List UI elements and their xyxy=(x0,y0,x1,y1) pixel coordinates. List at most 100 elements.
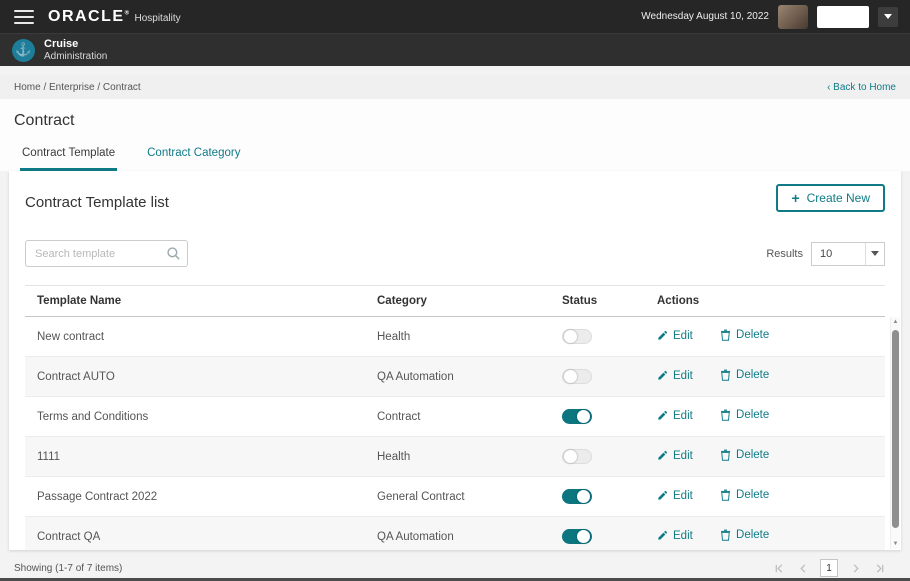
back-to-home-link[interactable]: ‹ Back to Home xyxy=(827,82,896,93)
delete-button[interactable]: Delete xyxy=(720,529,769,541)
trash-icon xyxy=(721,489,731,501)
table-body: New contract Health Edit Delete Contract… xyxy=(25,317,885,550)
avatar[interactable] xyxy=(778,4,808,29)
edit-button[interactable]: Edit xyxy=(657,370,693,382)
tab-bar: Contract Template Contract Category xyxy=(0,138,910,171)
edit-button[interactable]: Edit xyxy=(657,530,693,542)
current-page[interactable]: 1 xyxy=(820,559,838,577)
next-page-button[interactable] xyxy=(848,561,862,575)
delete-label: Delete xyxy=(736,409,770,421)
contract-template-card: Contract Template list + Create New Resu… xyxy=(9,171,901,550)
app-subtitle: Administration xyxy=(44,50,108,62)
oracle-logo-text: ORACLE® xyxy=(48,7,131,25)
app-name: Cruise xyxy=(44,37,79,50)
first-page-button[interactable] xyxy=(772,561,786,575)
category-cell: Health xyxy=(377,450,411,463)
toggle-knob xyxy=(564,450,577,463)
delete-button[interactable]: Delete xyxy=(720,369,769,381)
template-name-cell: Passage Contract 2022 xyxy=(37,490,158,503)
status-toggle[interactable] xyxy=(562,329,592,344)
table-scrollbar[interactable]: ▲ ▼ xyxy=(890,317,900,549)
page-title: Contract xyxy=(14,112,75,129)
column-header-status: Status xyxy=(562,295,598,307)
status-toggle[interactable] xyxy=(562,409,592,424)
results-per-page-select[interactable]: 10 xyxy=(811,241,885,266)
table-header-row: Template Name Category Status Actions xyxy=(25,285,885,317)
chevron-down-icon xyxy=(884,14,892,19)
table-row: Contract QA QA Automation Edit Delete xyxy=(25,517,885,550)
delete-label: Delete xyxy=(736,329,770,341)
toggle-knob xyxy=(577,530,590,543)
tab-contract-template[interactable]: Contract Template xyxy=(20,138,118,171)
status-toggle[interactable] xyxy=(562,489,592,504)
edit-button[interactable]: Edit xyxy=(657,450,693,462)
edit-label: Edit xyxy=(673,329,693,342)
search-icon[interactable] xyxy=(166,246,181,266)
toggle-knob xyxy=(564,330,577,343)
delete-label: Delete xyxy=(736,489,770,501)
template-name-cell: New contract xyxy=(37,330,105,343)
scrollbar-thumb[interactable] xyxy=(892,330,899,528)
card-title: Contract Template list xyxy=(25,193,169,211)
prev-page-button[interactable] xyxy=(796,561,810,575)
scroll-down-icon[interactable]: ▼ xyxy=(891,540,900,548)
create-new-label: Create New xyxy=(806,191,870,205)
status-toggle[interactable] xyxy=(562,529,592,544)
breadcrumb[interactable]: Home / Enterprise / Contract xyxy=(14,82,141,93)
chevron-down-icon xyxy=(871,251,879,256)
pencil-icon xyxy=(658,530,668,540)
plus-icon: + xyxy=(791,190,800,206)
delete-button[interactable]: Delete xyxy=(720,489,769,501)
hamburger-menu-icon[interactable] xyxy=(14,9,34,24)
column-header-template-name: Template Name xyxy=(37,295,122,307)
trash-icon xyxy=(721,329,731,341)
category-cell: Contract xyxy=(377,410,421,423)
delete-button[interactable]: Delete xyxy=(720,329,769,341)
last-page-button[interactable] xyxy=(872,561,886,575)
delete-button[interactable]: Delete xyxy=(720,409,769,421)
top-bar: ORACLE® Hospitality Wednesday August 10,… xyxy=(0,0,910,33)
scroll-up-icon[interactable]: ▲ xyxy=(891,318,900,326)
category-cell: QA Automation xyxy=(377,530,454,543)
breadcrumb-bar: Home / Enterprise / Contract ‹ Back to H… xyxy=(0,75,910,99)
pencil-icon xyxy=(658,330,668,340)
user-menu-toggle[interactable] xyxy=(878,6,898,27)
category-cell: General Contract xyxy=(377,490,465,503)
user-menu-box[interactable] xyxy=(817,5,869,28)
current-date: Wednesday August 10, 2022 xyxy=(641,11,769,22)
edit-label: Edit xyxy=(673,369,693,382)
column-header-category: Category xyxy=(377,295,427,307)
showing-summary: Showing (1-7 of 7 items) xyxy=(14,562,123,574)
results-value: 10 xyxy=(820,247,833,260)
delete-label: Delete xyxy=(736,529,770,541)
trash-icon xyxy=(721,409,731,421)
contract-template-table: Template Name Category Status Actions Ne… xyxy=(25,285,885,550)
toggle-knob xyxy=(564,370,577,383)
results-label: Results xyxy=(766,247,803,260)
app-bar: ⚓ Cruise Administration xyxy=(0,33,910,66)
pencil-icon xyxy=(658,450,668,460)
create-new-button[interactable]: + Create New xyxy=(776,184,885,212)
trash-icon xyxy=(721,369,731,381)
tab-contract-category[interactable]: Contract Category xyxy=(145,138,242,171)
delete-label: Delete xyxy=(736,449,770,461)
search-input[interactable] xyxy=(25,240,188,267)
edit-button[interactable]: Edit xyxy=(657,330,693,342)
table-row: Terms and Conditions Contract Edit Delet… xyxy=(25,397,885,437)
status-toggle[interactable] xyxy=(562,369,592,384)
delete-button[interactable]: Delete xyxy=(720,449,769,461)
template-name-cell: Terms and Conditions xyxy=(37,410,149,423)
edit-label: Edit xyxy=(673,449,693,462)
status-toggle[interactable] xyxy=(562,449,592,464)
edit-button[interactable]: Edit xyxy=(657,490,693,502)
brand-logo: ORACLE® Hospitality xyxy=(48,8,181,26)
registered-mark: ® xyxy=(124,10,131,17)
category-cell: Health xyxy=(377,330,411,343)
toggle-knob xyxy=(577,410,590,423)
column-header-actions: Actions xyxy=(657,295,700,307)
edit-button[interactable]: Edit xyxy=(657,410,693,422)
table-row: Passage Contract 2022 General Contract E… xyxy=(25,477,885,517)
cruise-logo-icon: ⚓ xyxy=(12,38,35,62)
trash-icon xyxy=(721,449,731,461)
template-name-cell: 1111 xyxy=(37,450,61,463)
